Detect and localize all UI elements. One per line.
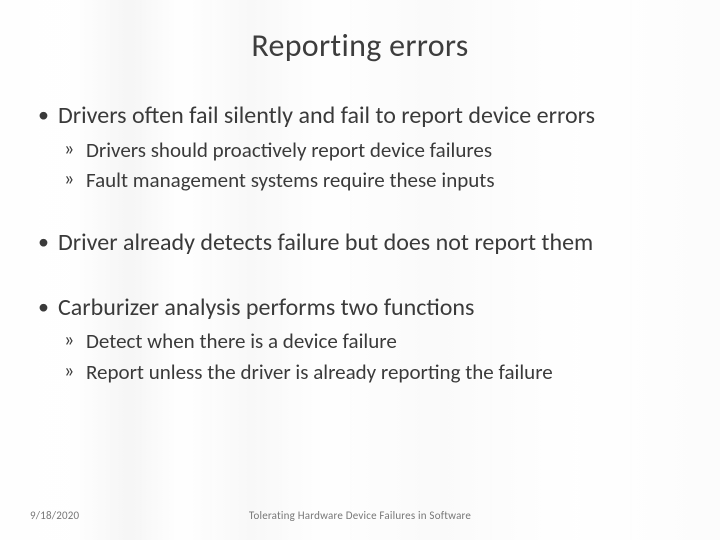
sub-bullet-item: Detect when there is a device failure bbox=[58, 327, 690, 355]
slide-content: Drivers often fail silently and fail to … bbox=[30, 101, 690, 386]
footer-title: Tolerating Hardware Device Failures in S… bbox=[249, 509, 471, 522]
sub-bullet-item: Report unless the driver is already repo… bbox=[58, 358, 690, 386]
sub-bullet-list: Detect when there is a device failure Re… bbox=[58, 327, 690, 385]
bullet-text: Carburizer analysis performs two functio… bbox=[58, 293, 474, 322]
sub-bullet-list: Drivers should proactively report device… bbox=[58, 136, 690, 194]
footer-date: 9/18/2020 bbox=[30, 509, 79, 522]
bullet-text: Driver already detects failure but does … bbox=[58, 228, 593, 257]
sub-bullet-item: Fault management systems require these i… bbox=[58, 166, 690, 194]
bullet-list: Drivers often fail silently and fail to … bbox=[32, 101, 690, 386]
bullet-text: Drivers often fail silently and fail to … bbox=[58, 101, 595, 130]
slide: Reporting errors Drivers often fail sile… bbox=[0, 0, 720, 540]
slide-footer: 9/18/2020 Tolerating Hardware Device Fai… bbox=[0, 502, 720, 522]
sub-bullet-item: Drivers should proactively report device… bbox=[58, 136, 690, 164]
bullet-item: Carburizer analysis performs two functio… bbox=[32, 293, 690, 386]
slide-title: Reporting errors bbox=[30, 26, 690, 65]
bullet-item: Driver already detects failure but does … bbox=[32, 228, 690, 259]
bullet-item: Drivers often fail silently and fail to … bbox=[32, 101, 690, 194]
